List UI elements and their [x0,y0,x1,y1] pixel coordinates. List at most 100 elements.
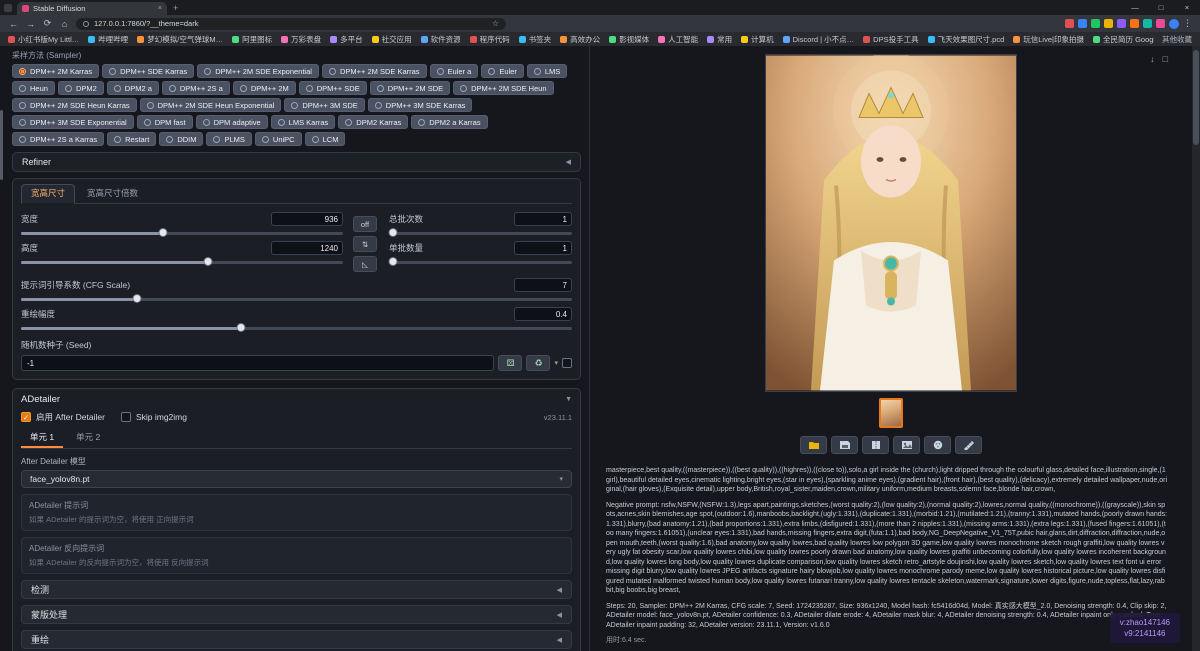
forward-icon[interactable]: → [25,19,36,29]
slider-handle[interactable] [388,228,397,237]
sampler-option[interactable]: UniPC [255,132,302,146]
sampler-option[interactable]: PLMS [206,132,251,146]
adetailer-accordion[interactable]: ADetailer ▼ [21,394,572,405]
bookmark-item[interactable]: 程序代码 [470,34,510,45]
width-slider[interactable] [21,232,343,235]
enable-adetailer-checkbox[interactable]: ✓ 启用 After Detailer [21,411,105,423]
sampler-option[interactable]: DPM++ 2M [233,81,296,95]
cfg-slider[interactable] [21,298,572,301]
back-icon[interactable]: ← [8,19,19,29]
skip-img2img-checkbox[interactable]: Skip img2img [121,412,187,422]
address-bar[interactable]: 127.0.0.1:7860/?__theme=dark ☆ [76,18,506,30]
send-to-inpaint-button[interactable] [924,436,951,454]
fullscreen-icon[interactable]: □ [1163,54,1168,64]
batch-count-input[interactable] [514,212,572,226]
slider-handle[interactable] [237,323,246,332]
bookmark-item[interactable]: 书签夹 [519,34,552,45]
slider-handle[interactable] [158,228,167,237]
send-to-img2img-button[interactable] [893,436,920,454]
sampler-option[interactable]: Restart [107,132,156,146]
section-header[interactable]: 重绘 ◀ [21,630,572,649]
swap-dimensions-button[interactable]: ⇅ [353,236,377,252]
bookmark-item[interactable]: 社交应用 [372,34,412,45]
sampler-option[interactable]: DPM fast [137,115,193,129]
sampler-option[interactable]: DPM++ 2S a [162,81,230,95]
page-scrollbar[interactable] [1192,46,1200,651]
browser-tab[interactable]: Stable Diffusion × [17,2,167,15]
extension-icon[interactable] [1156,19,1165,28]
extension-icon[interactable] [1143,19,1152,28]
random-seed-button[interactable]: ⚄ [498,355,522,371]
sampler-option[interactable]: DPM++ 2M SDE Karras [322,64,427,78]
slider-handle[interactable] [388,257,397,266]
seed-extra-caret-icon[interactable]: ▾ [554,359,558,367]
other-bookmarks[interactable]: 其他收藏 [1162,34,1192,45]
bookmark-item[interactable]: Discord | 小不点… [783,34,855,45]
cfg-input[interactable] [514,278,572,292]
unit-tab[interactable]: 单元 2 [67,429,109,448]
height-slider[interactable] [21,261,343,264]
sampler-option[interactable]: DPM++ 2M SDE Exponential [197,64,319,78]
extension-icon[interactable] [1130,19,1139,28]
section-header[interactable]: 检测 ◀ [21,580,572,599]
adetailer-negative-textarea[interactable]: ADetailer 反向提示词 如果 ADetailer 的反向提示词为空，将使… [21,537,572,574]
sampler-option[interactable]: DPM2 [58,81,104,95]
bookmark-item[interactable]: 哔哩哔哩 [88,34,128,45]
extension-icon[interactable] [1078,19,1087,28]
bookmark-item[interactable]: 计算机 [741,34,774,45]
bookmark-item[interactable]: 软件资源 [421,34,461,45]
sampler-option[interactable]: DDIM [159,132,203,146]
extension-icon[interactable] [1065,19,1074,28]
unit-tab[interactable]: 单元 1 [21,429,63,448]
sampler-option[interactable]: DPM++ 2M SDE [370,81,450,95]
sampler-option[interactable]: Heun [12,81,55,95]
width-input[interactable] [271,212,343,226]
size-tab[interactable]: 宽高尺寸 [21,184,75,204]
sampler-option[interactable]: LMS Karras [271,115,336,129]
denoise-slider[interactable] [21,327,572,330]
save-zip-button[interactable] [862,436,889,454]
close-button[interactable]: × [1174,0,1200,15]
sampler-option[interactable]: LMS [527,64,567,78]
sampler-option[interactable]: DPM adaptive [196,115,268,129]
home-icon[interactable]: ⌂ [59,19,70,29]
extension-icon[interactable] [1117,19,1126,28]
generated-image[interactable] [765,54,1017,392]
sampler-option[interactable]: DPM++ 2S a Karras [12,132,104,146]
new-tab-button[interactable]: + [173,3,178,13]
refiner-accordion[interactable]: Refiner ◀ [12,152,581,172]
sampler-option[interactable]: DPM++ 3M SDE [284,98,364,112]
sampler-option[interactable]: LCM [305,132,346,146]
tab-close-icon[interactable]: × [158,5,162,12]
bookmark-item[interactable]: 多平台 [330,34,363,45]
sampler-option[interactable]: DPM++ 2M SDE Heun Karras [12,98,137,112]
refresh-icon[interactable]: ⟳ [42,18,53,29]
sampler-option[interactable]: Euler [481,64,524,78]
send-to-extras-button[interactable] [955,436,982,454]
reuse-seed-button[interactable]: ♻ [526,355,550,371]
sampler-option[interactable]: Euler a [430,64,479,78]
scrollbar-thumb[interactable] [1193,50,1199,145]
slider-handle[interactable] [132,294,141,303]
batch-size-input[interactable] [514,241,572,255]
batch-count-slider[interactable] [389,232,572,235]
sampler-option[interactable]: DPM++ SDE Karras [102,64,194,78]
off-button[interactable]: off [353,216,377,232]
workspace-icon[interactable] [4,4,12,12]
sampler-option[interactable]: DPM++ SDE [299,81,367,95]
sampler-option[interactable]: DPM2 a [107,81,159,95]
download-image-icon[interactable]: ↓ [1150,54,1155,64]
bookmark-item[interactable]: 玩信Live|印象拍摄 [1013,34,1084,45]
adetailer-model-dropdown[interactable]: face_yolov8n.pt ▾ [21,470,572,488]
sampler-option[interactable]: DPM++ 2M SDE Heun [453,81,553,95]
browser-menu-icon[interactable]: ⋮ [1183,18,1192,29]
size-tab[interactable]: 宽高尺寸倍数 [77,184,148,203]
bookmark-item[interactable]: DPS投手工具 [863,34,918,45]
seed-input[interactable] [21,355,494,371]
scale-tool-button[interactable]: ◺ [353,256,377,272]
bookmark-item[interactable]: 小红书版My Littl… [8,34,79,45]
save-image-button[interactable] [831,436,858,454]
sampler-option[interactable]: DPM++ 3M SDE Exponential [12,115,134,129]
bookmark-item[interactable]: 万彩表盘 [281,34,321,45]
sampler-option[interactable]: DPM2 Karras [338,115,408,129]
